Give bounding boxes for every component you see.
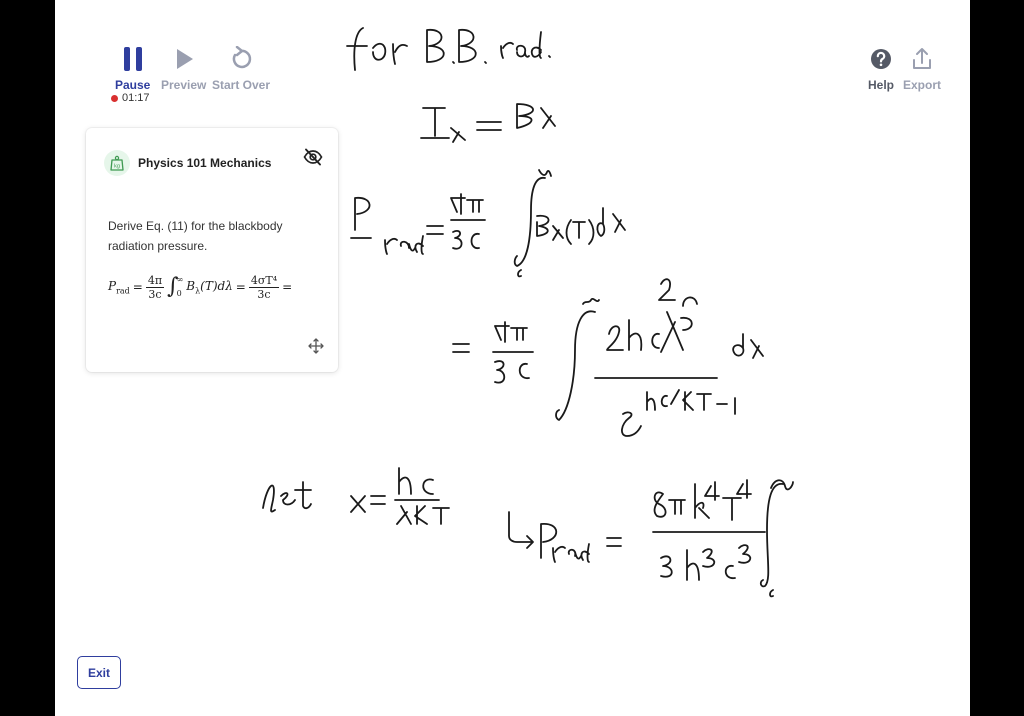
handwriting-ink [262,27,794,598]
whiteboard-canvas[interactable]: Pause 01:17 Preview Start Over Help Expo… [55,0,970,716]
exit-button[interactable]: Exit [77,656,121,689]
